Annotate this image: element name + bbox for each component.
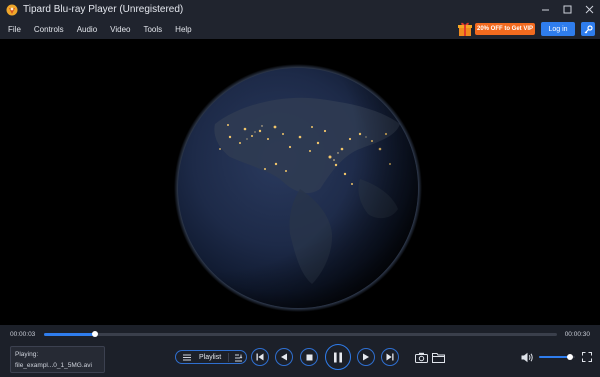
now-playing-file: file_exampl...0_1_5MG.avi — [15, 362, 92, 369]
seek-handle[interactable] — [92, 331, 99, 337]
skip-to-start-button[interactable] — [251, 348, 269, 366]
vip-offer-button[interactable]: 20% OFF to Get VIP — [475, 23, 535, 35]
seek-bar[interactable] — [44, 331, 557, 337]
menu-controls[interactable]: Controls — [34, 25, 64, 34]
playlist-button[interactable]: Playlist — [175, 350, 247, 364]
total-time: 00:00:30 — [564, 331, 590, 338]
volume-handle[interactable] — [566, 354, 573, 360]
menu-tools[interactable]: Tools — [143, 25, 162, 34]
rewind-button[interactable] — [275, 348, 293, 366]
stop-button[interactable] — [300, 348, 318, 366]
minimize-button[interactable] — [534, 0, 556, 19]
sort-icon[interactable] — [232, 352, 244, 363]
menu-help[interactable]: Help — [175, 25, 191, 34]
window-title: Tipard Blu-ray Player (Unregistered) — [23, 4, 184, 15]
close-button[interactable] — [578, 0, 600, 19]
volume-icon — [521, 352, 533, 362]
mute-button[interactable] — [520, 350, 534, 364]
pause-icon — [334, 352, 342, 362]
minimize-icon — [541, 9, 549, 11]
title-bar: Tipard Blu-ray Player (Unregistered) — [0, 0, 600, 19]
menu-file[interactable]: File — [8, 25, 21, 34]
fast-forward-icon — [363, 353, 369, 361]
skip-to-start-icon — [256, 353, 264, 361]
menu-bar: File Controls Audio Video Tools Help 20%… — [0, 19, 600, 39]
menu-video[interactable]: Video — [110, 25, 130, 34]
now-playing-panel: Playing: file_exampl...0_1_5MG.avi — [10, 346, 105, 373]
login-button[interactable]: Log in — [541, 22, 575, 36]
video-display[interactable] — [0, 39, 600, 325]
maximize-icon — [563, 5, 571, 14]
rewind-icon — [281, 353, 287, 361]
fast-forward-button[interactable] — [357, 348, 375, 366]
volume-slider[interactable] — [539, 354, 575, 360]
open-folder-button[interactable] — [431, 350, 445, 364]
camera-icon — [414, 352, 428, 363]
key-icon — [584, 24, 593, 33]
maximize-button[interactable] — [556, 0, 578, 19]
volume-level — [539, 356, 570, 358]
control-panel: 00:00:03 00:00:30 Playing: file_exampl..… — [0, 325, 600, 377]
stop-icon — [306, 354, 312, 360]
fullscreen-button[interactable] — [580, 350, 594, 364]
playlist-icon — [181, 351, 193, 363]
playlist-divider — [228, 353, 229, 362]
now-playing-label: Playing: — [15, 351, 39, 358]
skip-to-end-button[interactable] — [381, 348, 399, 366]
pause-button[interactable] — [325, 344, 351, 370]
gift-icon[interactable] — [457, 20, 473, 37]
seek-bar-played — [44, 333, 96, 336]
menu-audio[interactable]: Audio — [77, 25, 97, 34]
video-frame-earth — [0, 39, 600, 325]
fullscreen-icon — [582, 352, 592, 362]
register-key-button[interactable] — [581, 22, 595, 36]
close-icon — [585, 5, 593, 14]
current-time: 00:00:03 — [10, 331, 36, 338]
folder-icon — [431, 352, 445, 363]
skip-to-end-icon — [386, 353, 394, 361]
playlist-label: Playlist — [199, 353, 222, 361]
snapshot-button[interactable] — [414, 350, 428, 364]
tipard-logo-icon — [6, 4, 18, 15]
